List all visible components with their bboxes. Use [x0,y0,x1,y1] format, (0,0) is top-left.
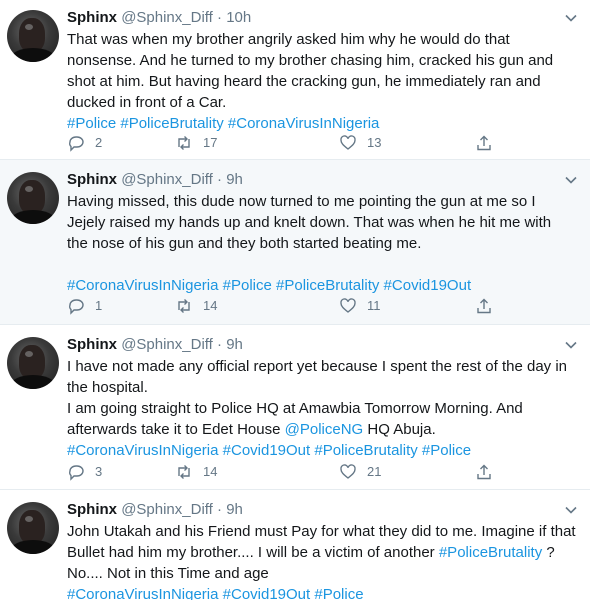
tweet[interactable]: Sphinx @Sphinx_Diff · 9h I have not made… [0,325,590,490]
chevron-down-icon[interactable] [564,338,578,352]
display-name[interactable]: Sphinx [67,336,117,353]
mention-link[interactable]: @PoliceNG [285,421,364,438]
chevron-down-icon[interactable] [564,11,578,25]
tweet-header: Sphinx @Sphinx_Diff · 9h [67,170,243,190]
reply-button[interactable]: 2 [67,133,102,153]
tweet-text-segment: Bullet had him my brother.... I will be … [67,544,439,561]
tweet-text: Having missed, this dude now turned to m… [67,191,579,296]
like-count: 13 [367,135,382,150]
tweet-actions: 2 17 13 [67,133,507,153]
retweet-count: 17 [203,135,218,150]
tweet[interactable]: Sphinx @Sphinx_Diff · 9h Having missed, … [0,160,590,325]
share-icon [477,464,491,480]
share-icon [477,298,491,314]
separator-dot: · [217,501,223,518]
like-button[interactable]: 11 [339,296,381,316]
user-handle[interactable]: @Sphinx_Diff [121,171,213,188]
separator-dot: · [217,9,223,26]
like-count: 21 [367,464,382,479]
timestamp[interactable]: 9h [226,336,243,353]
user-handle[interactable]: @Sphinx_Diff [121,336,213,353]
retweet-count: 14 [203,464,218,479]
reply-icon [69,465,84,481]
user-handle[interactable]: @Sphinx_Diff [121,9,213,26]
timestamp[interactable]: 9h [226,171,243,188]
tweet-line: That was when my brother angrily asked h… [67,31,510,48]
reply-icon [69,136,84,152]
avatar[interactable] [7,502,59,554]
tweet-header: Sphinx @Sphinx_Diff · 10h [67,8,251,28]
avatar[interactable] [7,10,59,62]
tweet-actions: 3 14 21 [67,462,507,482]
share-button[interactable] [475,133,503,153]
tweet-line: No.... Not in this Time and age [67,565,269,582]
chevron-down-icon[interactable] [564,173,578,187]
tweet-header: Sphinx @Sphinx_Diff · 9h [67,335,243,355]
display-name[interactable]: Sphinx [67,501,117,518]
tweet-header: Sphinx @Sphinx_Diff · 9h [67,500,243,520]
retweet-button[interactable]: 14 [175,296,217,316]
like-button[interactable]: 21 [339,462,381,482]
heart-icon [340,464,356,479]
tweet-text: John Utakah and his Friend must Pay for … [67,521,579,600]
reply-button[interactable]: 1 [67,296,102,316]
tweet-text-segment: ? [542,544,555,561]
tweet-line: Jejely raised my hands up and knelt down… [67,214,552,231]
tweet[interactable]: Sphinx @Sphinx_Diff · 9h John Utakah and… [0,490,590,600]
tweet-line: ducked in front of a Car. [67,94,227,111]
tweet-thread: Sphinx @Sphinx_Diff · 10h That was when … [0,0,590,600]
tweet-line: the hospital. [67,379,148,396]
share-icon [477,135,491,151]
tweet[interactable]: Sphinx @Sphinx_Diff · 10h That was when … [0,0,590,160]
tweet-text-segment: afterwards take it to Edet House [67,421,285,438]
reply-button[interactable]: 3 [67,462,102,482]
separator-dot: · [217,336,223,353]
retweet-button[interactable]: 17 [175,133,217,153]
timestamp[interactable]: 10h [226,9,251,26]
chevron-down-icon[interactable] [564,503,578,517]
heart-icon [340,135,356,150]
tweet-line: shot at him. But having heard the cracki… [67,73,541,90]
separator-dot: · [217,171,223,188]
tweet-line: I am going straight to Police HQ at Amaw… [67,400,523,417]
tweet-line: afterwards take it to Edet House @Police… [67,419,579,440]
tweet-text: I have not made any official report yet … [67,356,579,461]
reply-count: 1 [95,298,103,313]
tweet-text: That was when my brother angrily asked h… [67,29,579,134]
timestamp[interactable]: 9h [226,501,243,518]
retweet-icon [178,465,190,479]
tweet-text-segment: HQ Abuja. [363,421,436,438]
retweet-button[interactable]: 14 [175,462,217,482]
display-name[interactable]: Sphinx [67,9,117,26]
retweet-count: 14 [203,298,218,313]
user-handle[interactable]: @Sphinx_Diff [121,501,213,518]
avatar[interactable] [7,337,59,389]
reply-count: 2 [95,135,103,150]
tweet-actions: 1 14 11 [67,296,507,316]
retweet-icon [178,136,190,150]
tweet-line: Bullet had him my brother.... I will be … [67,542,579,563]
hashtags[interactable]: #Police #PoliceBrutality #CoronaVirusInN… [67,113,579,134]
tweet-line: John Utakah and his Friend must Pay for … [67,523,576,540]
share-button[interactable] [475,462,503,482]
hashtags[interactable]: #CoronaVirusInNigeria #Covid19Out #Polic… [67,440,579,461]
tweet-line: the nose of his gun and they both starte… [67,235,422,252]
hashtags[interactable]: #CoronaVirusInNigeria #Police #PoliceBru… [67,275,579,296]
retweet-icon [178,299,190,313]
tweet-line: I have not made any official report yet … [67,358,568,375]
heart-icon [340,298,356,313]
reply-count: 3 [95,464,103,479]
like-button[interactable]: 13 [339,133,381,153]
hashtags[interactable]: #CoronaVirusInNigeria #Covid19Out #Polic… [67,584,579,600]
reply-icon [69,299,84,315]
display-name[interactable]: Sphinx [67,171,117,188]
hashtag-link[interactable]: #PoliceBrutality [439,544,542,561]
avatar[interactable] [7,172,59,224]
share-button[interactable] [475,296,503,316]
tweet-line: Having missed, this dude now turned to m… [67,193,536,210]
like-count: 11 [367,298,381,313]
tweet-line: nonsense. And he turned to my brother ch… [67,52,554,69]
